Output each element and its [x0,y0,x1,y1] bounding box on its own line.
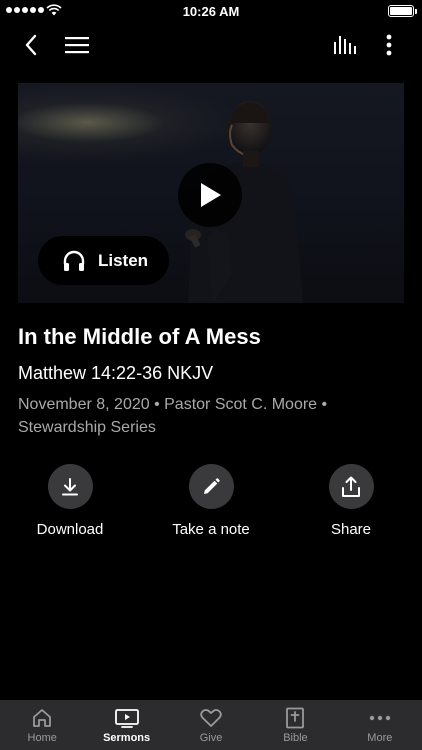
sermon-meta: November 8, 2020 • Pastor Scot C. Moore … [18,396,328,436]
chevron-left-icon [25,34,37,56]
video-play-icon [114,709,139,728]
sermon-video[interactable]: Listen [18,83,404,303]
audio-button[interactable] [330,30,360,60]
menu-button[interactable] [62,30,92,60]
listen-button[interactable]: Listen [38,236,169,285]
play-button[interactable] [178,163,242,227]
status-time: 10:26 AM [182,4,240,19]
more-options-button[interactable] [374,30,404,60]
take-note-action[interactable]: Take a note [151,464,271,539]
tab-sermons[interactable]: Sermons [84,700,168,750]
play-icon [201,183,221,207]
tab-bible-label: Bible [283,732,308,744]
top-nav [0,22,422,66]
tab-give[interactable]: Give [169,700,253,750]
sermon-title: In the Middle of A Mess [18,324,261,349]
back-button[interactable] [16,30,46,60]
download-icon [62,477,78,495]
share-label: Share [330,521,372,538]
headphones-icon [63,250,85,271]
share-icon [342,476,360,497]
download-button[interactable] [47,464,93,509]
listen-label: Listen [98,250,149,270]
tab-sermons-label: Sermons [103,732,151,744]
audio-bars-icon [334,36,356,54]
bible-icon [286,707,305,729]
take-note-button[interactable] [188,464,234,509]
download-label: Download [36,521,104,538]
tab-bar: Home Sermons Give Bible More [0,700,422,750]
hamburger-menu-icon [65,37,89,54]
status-bar: 10:26 AM [0,0,422,22]
heart-icon [200,709,222,727]
share-button[interactable] [328,464,374,509]
sermon-scripture[interactable]: Matthew 14:22-36 NKJV [18,361,408,385]
tab-bible[interactable]: Bible [253,700,337,750]
take-note-label: Take a note [172,521,250,538]
more-dots-icon [369,715,391,721]
home-icon [33,709,52,727]
tab-home-label: Home [27,732,57,744]
tab-give-label: Give [199,732,223,744]
pencil-icon [204,477,220,494]
share-action[interactable]: Share [291,464,411,539]
download-action[interactable]: Download [10,464,130,539]
tab-home[interactable]: Home [0,700,84,750]
vertical-ellipsis-icon [386,34,392,56]
battery-icon [388,5,417,17]
tab-more[interactable]: More [338,700,422,750]
tab-more-label: More [367,732,393,744]
